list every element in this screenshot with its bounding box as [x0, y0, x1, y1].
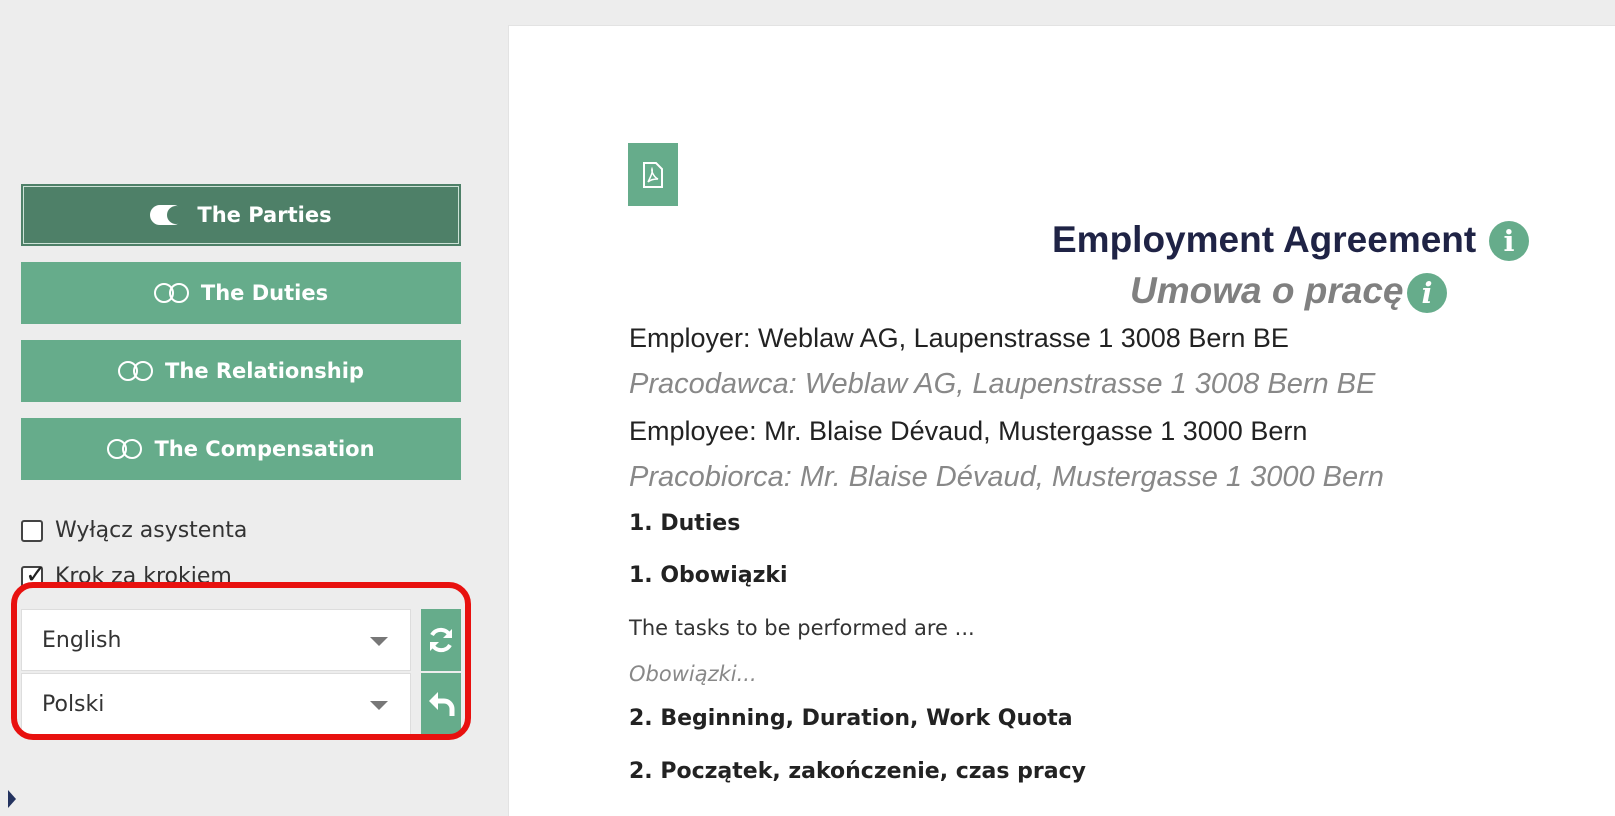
undo-icon	[429, 692, 455, 716]
section-button-the-duties[interactable]: The Duties	[21, 262, 461, 324]
expand-arrow-icon[interactable]	[8, 790, 16, 808]
pdf-icon	[643, 161, 663, 188]
toggle-off-icon	[107, 439, 144, 459]
chevron-down-icon	[370, 637, 388, 646]
toggle-off-icon	[118, 361, 155, 381]
section-label: The Parties	[197, 203, 332, 227]
refresh-button[interactable]	[421, 609, 461, 671]
info-icon[interactable]: i	[1407, 273, 1447, 313]
section-text: The tasks to be performed are ...	[629, 616, 975, 640]
primary-language-value: English	[42, 627, 122, 653]
section-label: The Duties	[200, 281, 329, 305]
document-title: Employment Agreement	[1052, 219, 1477, 260]
section-heading-translation: 1. Obowiązki	[629, 563, 788, 588]
toggle-on-icon	[150, 205, 187, 225]
employer-line: Employer: Weblaw AG, Laupenstrasse 1 300…	[629, 323, 1289, 353]
employee-line: Employee: Mr. Blaise Dévaud, Mustergasse…	[629, 416, 1308, 446]
section-button-the-parties[interactable]: The Parties	[21, 184, 461, 246]
disable-assistant-label: Wyłącz asystenta	[55, 518, 248, 543]
undo-button[interactable]	[421, 673, 461, 735]
secondary-language-select[interactable]: Polski	[21, 673, 411, 735]
employer-translation-line: Pracodawca: Weblaw AG, Laupenstrasse 1 3…	[629, 368, 1376, 400]
disable-assistant-checkbox[interactable]: Wyłącz asystenta	[21, 518, 247, 543]
primary-language-select[interactable]: English	[21, 609, 411, 671]
pdf-export-button[interactable]	[628, 143, 678, 206]
section-heading: 2. Beginning, Duration, Work Quota	[629, 706, 1073, 731]
toggle-off-icon	[153, 283, 191, 303]
sidebar: The Parties The Duties The Relationship …	[0, 0, 490, 816]
employee-translation-line: Pracobiorca: Mr. Blaise Dévaud, Musterga…	[629, 461, 1384, 493]
section-label: The Relationship	[165, 359, 364, 383]
checkbox-unchecked-icon[interactable]	[21, 519, 43, 542]
section-heading: 1. Duties	[629, 511, 741, 536]
section-text-translation: Obowiązki...	[629, 662, 757, 686]
info-icon[interactable]: i	[1489, 221, 1529, 261]
step-by-step-label: Krok za krokiem	[55, 564, 232, 589]
section-heading-translation: 2. Początek, zakończenie, czas pracy	[629, 759, 1086, 784]
section-label: The Compensation	[154, 437, 375, 461]
refresh-icon	[430, 627, 452, 653]
section-button-the-relationship[interactable]: The Relationship	[21, 340, 461, 402]
chevron-down-icon	[370, 701, 388, 710]
document-preview: Employment Agreement i Umowa o pracę i E…	[508, 25, 1615, 816]
secondary-language-value: Polski	[42, 691, 105, 717]
section-button-the-compensation[interactable]: The Compensation	[21, 418, 461, 480]
document-subtitle: Umowa o pracę	[1130, 270, 1404, 311]
checkbox-checked-icon[interactable]: ✓	[21, 560, 47, 590]
step-by-step-checkbox[interactable]: ✓ Krok za krokiem	[21, 560, 232, 590]
